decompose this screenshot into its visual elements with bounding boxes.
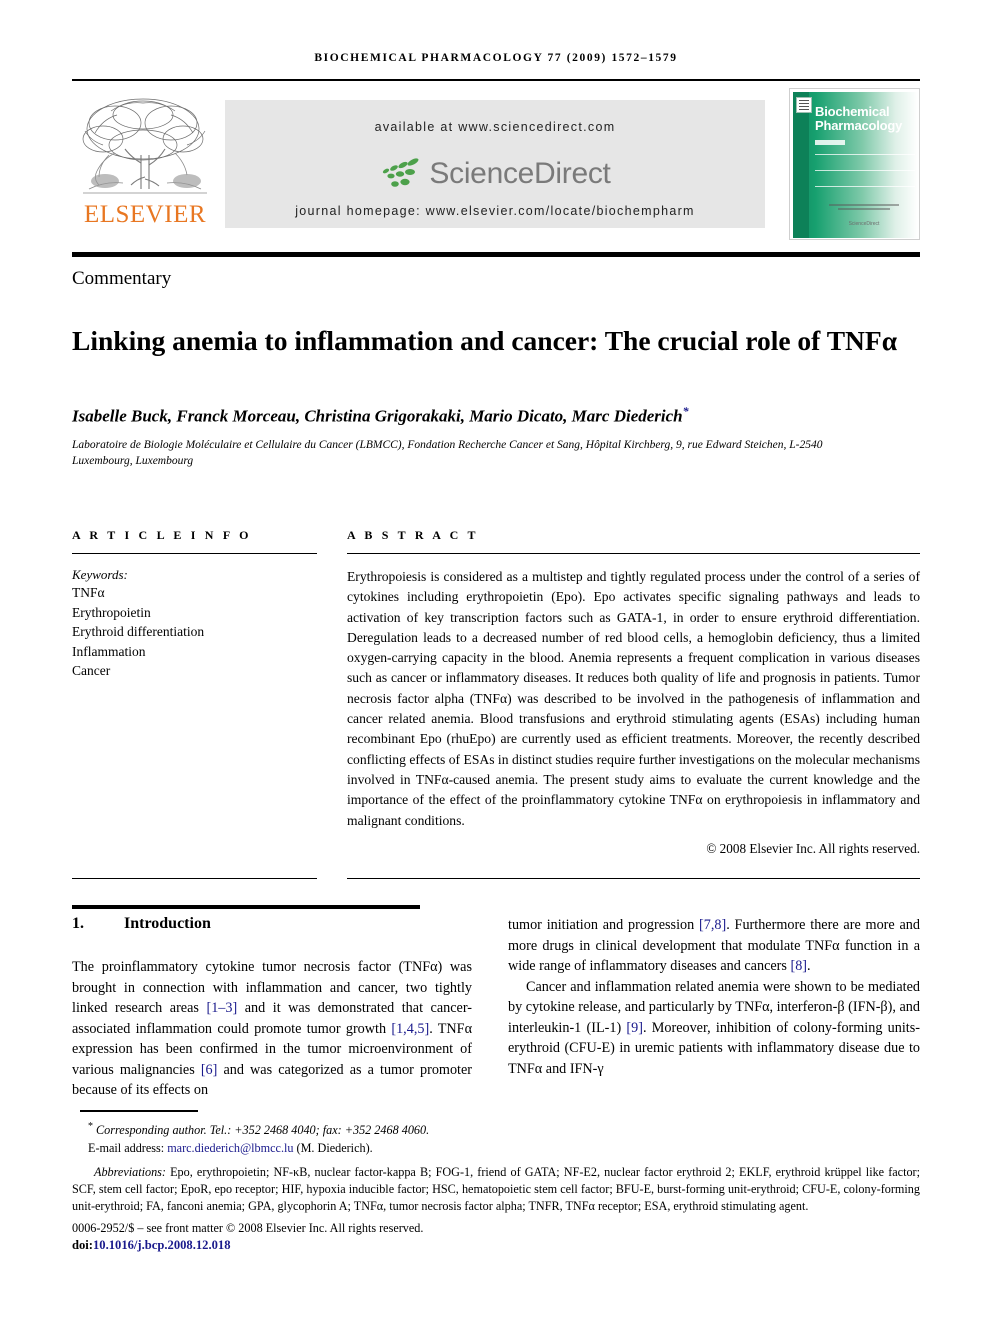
article-info-column: A R T I C L E I N F O Keywords: TNFα Ery… (72, 528, 317, 681)
abstract-copyright: © 2008 Elsevier Inc. All rights reserved… (706, 840, 920, 856)
email-label: E-mail address: (88, 1140, 165, 1155)
running-head: BIOCHEMICAL PHARMACOLOGY 77 (2009) 1572–… (314, 52, 678, 64)
footnote-rule (80, 1110, 198, 1112)
journal-cover-title-line1: Biochemical (815, 104, 890, 119)
article-info-heading: A R T I C L E I N F O (72, 528, 252, 542)
doi-link[interactable]: 10.1016/j.bcp.2008.12.018 (93, 1238, 231, 1252)
elsevier-tree-icon (82, 98, 207, 194)
journal-cover-title: Biochemical Pharmacology (815, 105, 919, 133)
header-bottom-rule (72, 252, 920, 257)
journal-header-band: ELSEVIER available at www.sciencedirect.… (72, 88, 920, 240)
footnote-block: * Corresponding author. Tel.: +352 2468 … (72, 1118, 920, 1255)
sciencedirect-logo: ScienceDirect (225, 152, 765, 196)
elsevier-wordmark: ELSEVIER (83, 201, 207, 228)
list-item: Erythroid differentiation (72, 624, 205, 639)
citation-ref[interactable]: [1,4,5] (391, 1021, 429, 1037)
introduction-rule (72, 905, 420, 909)
journal-cover-art: Biochemical Pharmacology ScienceDirect (793, 92, 918, 238)
body-column-right: tumor initiation and progression [7,8]. … (508, 915, 920, 1079)
list-item: Cancer (72, 663, 111, 678)
sciencedirect-swoosh-icon (383, 158, 419, 187)
citation-ref[interactable]: [8] (790, 958, 807, 974)
footnote-star-marker: * (88, 1121, 93, 1132)
section-number: 1. (72, 915, 84, 932)
corresponding-author-label: Corresponding author. Tel.: +352 2468 40… (96, 1123, 430, 1138)
doi-note: doi:10.1016/j.bcp.2008.12.018 (72, 1237, 920, 1255)
email-note: E-mail address: marc.diederich@lbmcc.lu … (72, 1140, 920, 1158)
abstract-column: A B S T R A C T Erythropoiesis is consid… (347, 528, 920, 857)
sciencedirect-wordmark: ScienceDirect (429, 157, 611, 190)
author-names: Isabelle Buck, Franck Morceau, Christina… (72, 406, 683, 426)
corresponding-author-note: * Corresponding author. Tel.: +352 2468 … (72, 1118, 920, 1140)
list-item: Erythropoietin (72, 604, 151, 620)
keywords-list: TNFα Erythropoietin Erythroid differenti… (72, 583, 317, 681)
journal-homepage-text: journal homepage: www.elsevier.com/locat… (295, 204, 695, 218)
article-info-rule (72, 553, 317, 554)
list-item: Inflammation (72, 643, 146, 659)
page-title: Linking anemia to inflammation and cance… (72, 325, 898, 357)
paragraph: Cancer and inflammation related anemia w… (508, 977, 920, 1080)
journal-cover-bar (815, 140, 845, 145)
abstract-heading: A B S T R A C T (347, 528, 479, 542)
available-at-text: available at www.sciencedirect.com (374, 120, 616, 134)
journal-article-page: BIOCHEMICAL PHARMACOLOGY 77 (2009) 1572–… (0, 0, 992, 1323)
front-matter-note: 0006-2952/$ – see front matter © 2008 El… (72, 1220, 424, 1235)
abbreviations-text: Epo, erythropoietin; NF-κB, nuclear fact… (72, 1165, 920, 1214)
article-type: Commentary (72, 268, 172, 289)
journal-cover-title-line2: Pharmacology (815, 118, 903, 133)
abbreviations-note: Abbreviations: Epo, erythropoietin; NF-κ… (72, 1164, 920, 1216)
section-heading-introduction: 1. Introduction (72, 915, 472, 933)
list-item: TNFα (72, 585, 105, 600)
journal-cover-line (815, 186, 915, 187)
section-title: Introduction (124, 915, 211, 932)
journal-cover-line (815, 154, 915, 155)
email-link[interactable]: marc.diederich@lbmcc.lu (167, 1141, 293, 1155)
affiliation: Laboratoire de Biologie Moléculaire et C… (72, 439, 823, 467)
paragraph: The proinflammatory cytokine tumor necro… (72, 957, 472, 1101)
abbreviations-label: Abbreviations: (94, 1165, 166, 1180)
journal-cover-footer: ScienceDirect (823, 204, 905, 230)
paragraph-text: tumor initiation and progression (508, 917, 700, 933)
journal-cover-footer-brand: ScienceDirect (848, 221, 880, 227)
paragraph: tumor initiation and progression [7,8]. … (508, 915, 920, 977)
corresponding-author-marker: * (682, 404, 689, 418)
header-top-rule (72, 79, 920, 81)
elsevier-logo: ELSEVIER (75, 93, 215, 241)
journal-cover-thumbnail: Biochemical Pharmacology ScienceDirect (789, 88, 920, 240)
keywords-label: Keywords: (72, 567, 128, 582)
email-owner: (M. Diederich). (296, 1140, 373, 1155)
body-column-left: 1. Introduction The proinflammatory cytok… (72, 915, 472, 1101)
abstract-rule (347, 553, 920, 554)
abstract-bottom-rule (347, 878, 920, 879)
journal-cover-line (815, 170, 915, 171)
author-list: Isabelle Buck, Franck Morceau, Christina… (72, 404, 920, 427)
article-info-bottom-rule (72, 878, 317, 879)
citation-ref[interactable]: [1–3] (206, 1000, 237, 1016)
citation-ref[interactable]: [7,8] (699, 917, 726, 933)
journal-cover-emblem-icon (796, 97, 812, 113)
paragraph-text: . (807, 958, 811, 974)
doi-label: doi: (72, 1238, 93, 1253)
journal-cover-spine (793, 92, 809, 238)
citation-ref[interactable]: [6] (201, 1062, 218, 1078)
citation-ref[interactable]: [9] (626, 1020, 643, 1036)
abstract-text: Erythropoiesis is considered as a multis… (347, 569, 920, 828)
sciencedirect-banner: available at www.sciencedirect.com Scien… (225, 100, 765, 228)
